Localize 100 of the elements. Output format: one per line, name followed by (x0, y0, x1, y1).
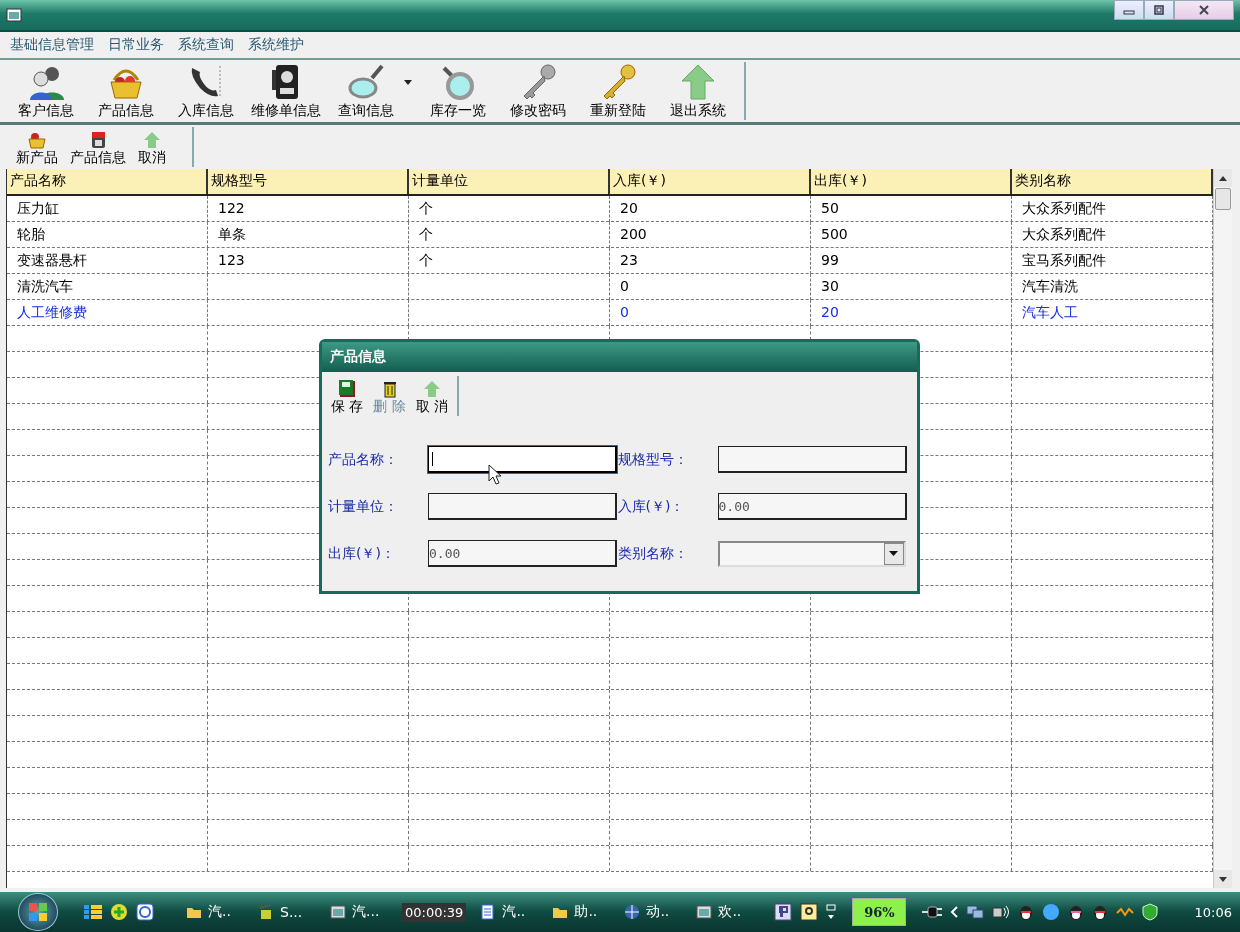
toolbar-button[interactable]: 客户信息 (6, 62, 86, 120)
chevron-icon[interactable] (950, 906, 959, 918)
caret-icon[interactable] (404, 79, 412, 85)
minimize-button[interactable] (1114, 0, 1144, 20)
column-header[interactable]: 入库(￥) (610, 169, 811, 194)
window-icon (330, 904, 346, 920)
column-header[interactable]: 出库(￥) (811, 169, 1012, 194)
penguin-icon[interactable] (1068, 903, 1085, 921)
scroll-up-button[interactable] (1214, 169, 1232, 187)
basket-icon (27, 131, 47, 149)
table-cell: 大众系列配件 (1022, 200, 1106, 216)
taskbar-button[interactable]: S... (258, 902, 328, 922)
network-icon[interactable] (966, 904, 985, 920)
mouse-pointer-icon (488, 464, 502, 486)
table-cell: 大众系列配件 (1022, 226, 1106, 242)
restore-button[interactable] (1144, 0, 1174, 20)
input-field[interactable]: 0.00 (428, 540, 617, 567)
toolbar-button[interactable]: 退出系统 (658, 62, 738, 120)
table-cell: 0 (620, 278, 629, 294)
field-label: 计量单位： (328, 497, 399, 516)
down-triangle-icon (1219, 876, 1227, 882)
restore-icon (1153, 4, 1165, 16)
browser-icon[interactable] (136, 903, 154, 921)
window-icon (696, 904, 713, 920)
help-icon[interactable] (800, 903, 819, 921)
toolbar-button[interactable]: 重新登陆 (578, 62, 658, 120)
menu-item[interactable]: 系统查询 (178, 36, 234, 54)
shield-icon[interactable] (1142, 903, 1159, 921)
table-cell: 汽车人工 (1022, 304, 1078, 320)
input-field[interactable] (717, 446, 907, 473)
input-field[interactable] (428, 493, 617, 520)
toolbar-button[interactable]: 库存一览 (418, 62, 498, 120)
wireless-icon[interactable] (992, 904, 1011, 920)
table-cell: 个 (419, 252, 433, 268)
toolbar-button[interactable]: 查询信息 (326, 62, 406, 120)
battery-indicator: 96% (852, 898, 907, 926)
toolbar-button[interactable]: 维修单信息 (246, 62, 326, 120)
taskbar-button[interactable]: 汽.. (480, 902, 551, 922)
close-button[interactable] (1174, 0, 1234, 20)
menu-item[interactable]: 基础信息管理 (10, 36, 94, 54)
table-cell: 23 (620, 252, 638, 268)
toolbar-button[interactable]: 产品信息 (64, 131, 132, 169)
menu-item[interactable]: 系统维护 (248, 36, 304, 54)
recording-timer: 00:00:39 (402, 902, 467, 922)
up-triangle-icon (1219, 175, 1227, 181)
list-icon[interactable] (84, 904, 102, 920)
toolbar-button[interactable]: 取 消 (410, 380, 454, 416)
table-cell: 个 (419, 226, 433, 242)
scroll-down-button[interactable] (1214, 870, 1232, 888)
dialog-title: 产品信息 (322, 342, 917, 372)
table-cell: 50 (821, 200, 839, 216)
table-cell: 单条 (218, 226, 246, 242)
dropdown-field[interactable] (717, 540, 906, 567)
down-triangle-icon (889, 551, 898, 556)
field-label: 类别名称： (617, 544, 689, 563)
table-cell: 变速器悬杆 (17, 252, 87, 268)
toolbar-button[interactable]: 取消 (132, 131, 172, 169)
start-button[interactable] (18, 893, 58, 931)
penguin-icon[interactable] (1092, 903, 1109, 921)
up-arrow-icon (422, 380, 443, 398)
globe-icon (624, 904, 641, 920)
up-arrow-icon (142, 131, 162, 149)
scrollbar[interactable] (1213, 169, 1232, 888)
table-cell: 人工维修费 (17, 304, 87, 320)
clock: 10:06 (1194, 904, 1232, 920)
scroll-thumb[interactable] (1215, 188, 1231, 210)
taskbar-button[interactable]: 汽... (330, 902, 400, 922)
toolbar-button[interactable]: 产品信息 (86, 62, 166, 120)
windows-flag-icon (27, 901, 49, 923)
table-cell: 99 (821, 252, 839, 268)
taskbar-button[interactable]: 助.. (552, 902, 623, 922)
plus-icon[interactable] (110, 903, 128, 921)
table-cell: 123 (218, 252, 245, 268)
penguin-icon[interactable] (1018, 903, 1035, 921)
document-icon (480, 904, 497, 920)
taskbar-button[interactable]: 汽.. (186, 902, 256, 922)
toolbar-button[interactable]: 修改密码 (498, 62, 578, 120)
power-plug-icon[interactable] (922, 904, 943, 920)
menu-item[interactable]: 日常业务 (108, 36, 164, 54)
taskbar-button[interactable]: 动.. (624, 902, 695, 922)
column-header[interactable]: 产品名称 (7, 169, 208, 194)
toolbar-button[interactable]: 新产品 (10, 131, 64, 169)
expand-icon[interactable] (826, 904, 837, 920)
window-icon (6, 8, 22, 22)
column-header[interactable]: 计量单位 (409, 169, 610, 194)
field-label: 产品名称： (328, 450, 399, 469)
input-field[interactable]: 0.00 (717, 493, 907, 520)
close-icon (1198, 4, 1210, 16)
wave-icon[interactable] (1116, 907, 1135, 917)
parking-icon[interactable] (774, 903, 793, 921)
toolbar-button[interactable]: 保 存 (326, 380, 369, 416)
table-cell: 0 (620, 304, 629, 320)
chat-bubble-icon[interactable] (1042, 903, 1061, 921)
toolbar-button[interactable]: 入库信息 (166, 62, 246, 120)
input-field[interactable] (428, 446, 617, 473)
table-cell: 200 (620, 226, 647, 242)
column-header[interactable]: 规格型号 (208, 169, 409, 194)
taskbar-button[interactable]: 欢.. (696, 902, 767, 922)
table-cell: 30 (821, 278, 839, 294)
field-label: 出库(￥)： (328, 544, 396, 563)
